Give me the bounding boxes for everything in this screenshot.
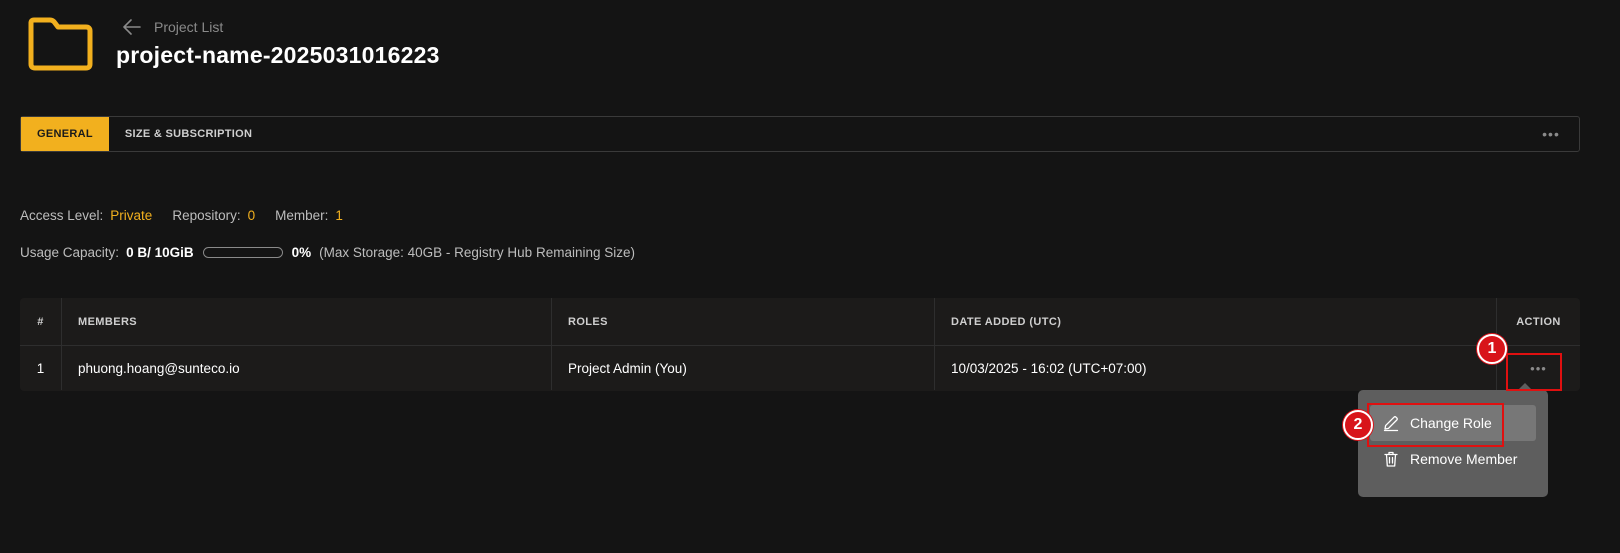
usage-capacity-value: 0 B/ 10GiB	[126, 245, 194, 260]
column-header-date-added: DATE ADDED (UTC)	[935, 298, 1497, 345]
member-date-added: 10/03/2025 - 16:02 (UTC+07:00)	[935, 346, 1497, 390]
folder-icon	[28, 17, 93, 71]
member-email: phuong.hoang@sunteco.io	[62, 346, 552, 390]
step-badge-2: 2	[1343, 410, 1373, 440]
column-header-action: ACTION	[1516, 315, 1561, 328]
column-header-roles: ROLES	[552, 298, 935, 345]
usage-progress-bar	[202, 247, 283, 258]
repository-count: 0	[247, 208, 256, 223]
back-link-label[interactable]: Project List	[154, 19, 223, 35]
member-count: 1	[335, 208, 343, 223]
tab-size-subscription[interactable]: SIZE & SUBSCRIPTION	[109, 117, 268, 151]
table-header-row: # MEMBERS ROLES DATE ADDED (UTC) ACTION	[20, 298, 1580, 346]
highlight-change-role	[1367, 403, 1504, 447]
step-badge-1: 1	[1477, 334, 1507, 364]
member-label: Member:	[275, 208, 329, 223]
access-level-value: Private	[110, 208, 153, 223]
remove-member-label[interactable]: Remove Member	[1410, 451, 1517, 467]
project-summary: Access Level: Private Repository: 0 Memb…	[20, 208, 343, 223]
usage-capacity-label: Usage Capacity:	[20, 245, 120, 260]
column-header-number: #	[20, 298, 62, 345]
column-header-members: MEMBERS	[62, 298, 552, 345]
tabs-more-icon[interactable]: •••	[1523, 117, 1579, 151]
row-number: 1	[20, 346, 62, 390]
tab-general[interactable]: GENERAL	[21, 117, 109, 151]
table-row: 1 phuong.hoang@sunteco.io Project Admin …	[20, 346, 1580, 390]
member-role: Project Admin (You)	[552, 346, 935, 390]
storage-note: (Max Storage: 40GB - Registry Hub Remain…	[319, 245, 635, 260]
access-level-label: Access Level:	[20, 208, 104, 223]
members-table: # MEMBERS ROLES DATE ADDED (UTC) ACTION …	[20, 298, 1580, 391]
usage-percent: 0%	[291, 245, 312, 260]
arrow-left-icon[interactable]	[122, 18, 142, 36]
repository-label: Repository:	[172, 208, 241, 223]
highlight-action-button	[1506, 353, 1562, 391]
tab-bar: GENERAL SIZE & SUBSCRIPTION •••	[20, 116, 1580, 152]
trash-icon	[1384, 451, 1398, 467]
back-to-project-list[interactable]: Project List	[122, 16, 223, 38]
usage-capacity: Usage Capacity: 0 B/ 10GiB 0% (Max Stora…	[20, 245, 635, 260]
page-title: project-name-2025031016223	[116, 42, 440, 68]
